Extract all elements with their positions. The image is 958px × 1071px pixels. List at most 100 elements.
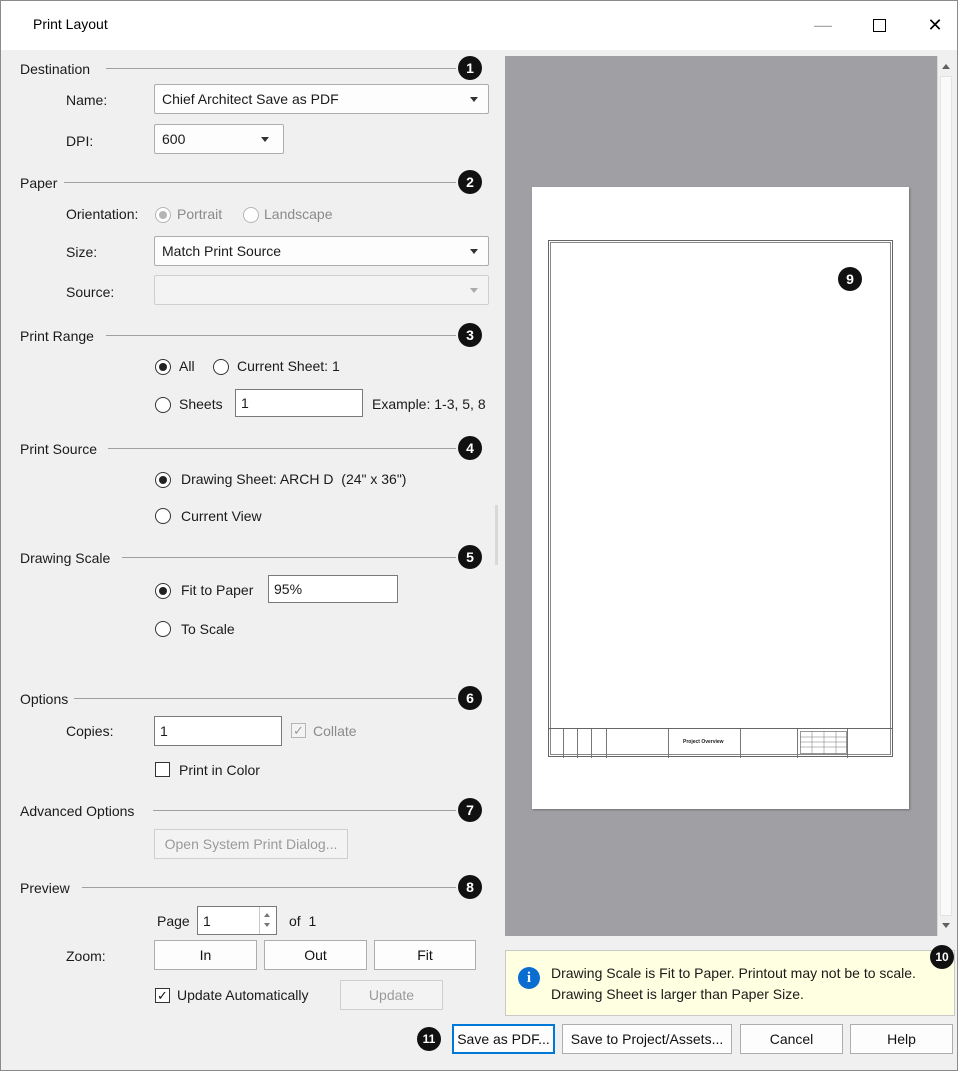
advanced-section-label: Advanced Options (20, 803, 135, 819)
title-block-cell (607, 729, 669, 758)
paper-size-select[interactable]: Match Print Source (154, 236, 489, 266)
update-automatically-label: Update Automatically (177, 987, 309, 1003)
cancel-button[interactable]: Cancel (740, 1024, 843, 1054)
print-in-color-checkbox[interactable] (155, 762, 170, 777)
page-spinner[interactable] (259, 907, 276, 934)
zoom-label: Zoom: (66, 948, 106, 964)
source-drawing-sheet-label: Drawing Sheet: ARCH D (24" x 36") (181, 471, 407, 487)
callout-9: 9 (838, 267, 862, 291)
to-scale-label: To Scale (181, 621, 235, 637)
chevron-down-icon (470, 288, 478, 293)
info-message-line-2: Drawing Sheet is larger than Paper Size. (551, 986, 804, 1002)
window-title: Print Layout (33, 16, 108, 32)
destination-divider (106, 68, 456, 69)
source-current-view-label: Current View (181, 508, 262, 524)
zoom-out-button[interactable]: Out (264, 940, 367, 970)
info-message-line-1: Drawing Scale is Fit to Paper. Printout … (551, 965, 916, 981)
open-system-print-dialog-button[interactable]: Open System Print Dialog... (154, 829, 348, 859)
dpi-value: 600 (162, 131, 186, 147)
title-block-table-icon (800, 731, 847, 754)
copies-input[interactable]: 1 (154, 716, 282, 746)
destination-section-label: Destination (20, 61, 91, 77)
save-as-pdf-button[interactable]: Save as PDF... (452, 1024, 555, 1054)
page-label: Page (157, 913, 190, 929)
to-scale-radio[interactable] (155, 621, 171, 637)
page-of-label: of 1 (289, 913, 317, 929)
scroll-up-icon[interactable] (942, 64, 950, 69)
zoom-in-button[interactable]: In (154, 940, 257, 970)
collate-checkbox[interactable]: ✓ (291, 723, 306, 738)
name-label: Name: (66, 92, 108, 108)
print-source-divider (108, 448, 456, 449)
preview-scrollbar[interactable] (937, 56, 954, 936)
title-block-cell (548, 729, 564, 758)
page-value: 1 (203, 912, 211, 929)
preview-divider (82, 887, 456, 888)
title-bar: Print Layout — ✕ (0, 0, 958, 50)
fit-percent-input[interactable]: 95% (268, 575, 398, 603)
printer-name-select[interactable]: Chief Architect Save as PDF (154, 84, 489, 114)
print-in-color-label: Print in Color (179, 762, 260, 778)
landscape-radio[interactable] (243, 207, 259, 223)
title-block-cell (592, 729, 607, 758)
print-range-section-label: Print Range (20, 328, 94, 344)
paper-section-label: Paper (20, 175, 58, 191)
fit-to-paper-label: Fit to Paper (181, 582, 254, 598)
maximize-button[interactable] (856, 8, 902, 42)
portrait-radio[interactable] (155, 207, 171, 223)
callout-2: 2 (458, 170, 482, 194)
options-section-label: Options (20, 691, 69, 707)
range-current-sheet-label: Current Sheet: 1 (237, 358, 340, 374)
callout-7: 7 (458, 798, 482, 822)
help-button[interactable]: Help (850, 1024, 953, 1054)
chevron-down-icon (261, 137, 269, 142)
chevron-down-icon (470, 97, 478, 102)
scroll-thumb[interactable] (940, 76, 952, 916)
callout-10: 10 (930, 945, 954, 969)
advanced-divider (153, 810, 456, 811)
callout-3: 3 (458, 323, 482, 347)
save-to-project-button[interactable]: Save to Project/Assets... (562, 1024, 732, 1054)
update-automatically-checkbox[interactable]: ✓ (155, 988, 170, 1003)
range-current-sheet-radio[interactable] (213, 359, 229, 375)
print-source-section-label: Print Source (20, 441, 98, 457)
dpi-label: DPI: (66, 133, 94, 149)
paper-size-value: Match Print Source (162, 243, 282, 259)
callout-8: 8 (458, 875, 482, 899)
preview-section-label: Preview (20, 880, 70, 896)
range-sheets-label: Sheets (179, 396, 223, 412)
callout-11: 11 (417, 1027, 441, 1051)
range-sheets-radio[interactable] (155, 397, 171, 413)
range-all-radio[interactable] (155, 359, 171, 375)
minimize-button[interactable]: — (800, 8, 846, 42)
sheets-input[interactable]: 1 (235, 389, 363, 417)
info-icon: i (518, 967, 540, 989)
title-block-cell (578, 729, 592, 758)
size-label: Size: (66, 244, 98, 260)
orientation-label: Orientation: (66, 206, 139, 222)
source-label: Source: (66, 284, 115, 300)
zoom-fit-button[interactable]: Fit (374, 940, 476, 970)
dpi-select[interactable]: 600 (154, 124, 284, 154)
fit-to-paper-radio[interactable] (155, 583, 171, 599)
update-button[interactable]: Update (340, 980, 443, 1010)
source-drawing-sheet-radio[interactable] (155, 472, 171, 488)
drawing-sheet-border (548, 240, 893, 757)
collate-label: Collate (313, 723, 357, 739)
options-divider (74, 698, 456, 699)
sheets-example-text: Example: 1-3, 5, 8 (372, 396, 486, 412)
maximize-icon (872, 18, 886, 32)
spin-down-icon (264, 923, 270, 927)
callout-6: 6 (458, 686, 482, 710)
title-block-cell (564, 729, 578, 758)
paper-divider (64, 182, 456, 183)
scroll-down-icon[interactable] (942, 923, 950, 928)
close-button[interactable]: ✕ (912, 8, 958, 42)
paper-source-select[interactable] (154, 275, 489, 305)
title-block-cell (741, 729, 798, 758)
splitter-handle[interactable] (495, 505, 498, 565)
sheet-title-text: Project Overview (683, 739, 724, 745)
source-current-view-radio[interactable] (155, 508, 171, 524)
drawing-sheet-inner-border (550, 242, 891, 755)
printer-name-value: Chief Architect Save as PDF (162, 91, 339, 107)
